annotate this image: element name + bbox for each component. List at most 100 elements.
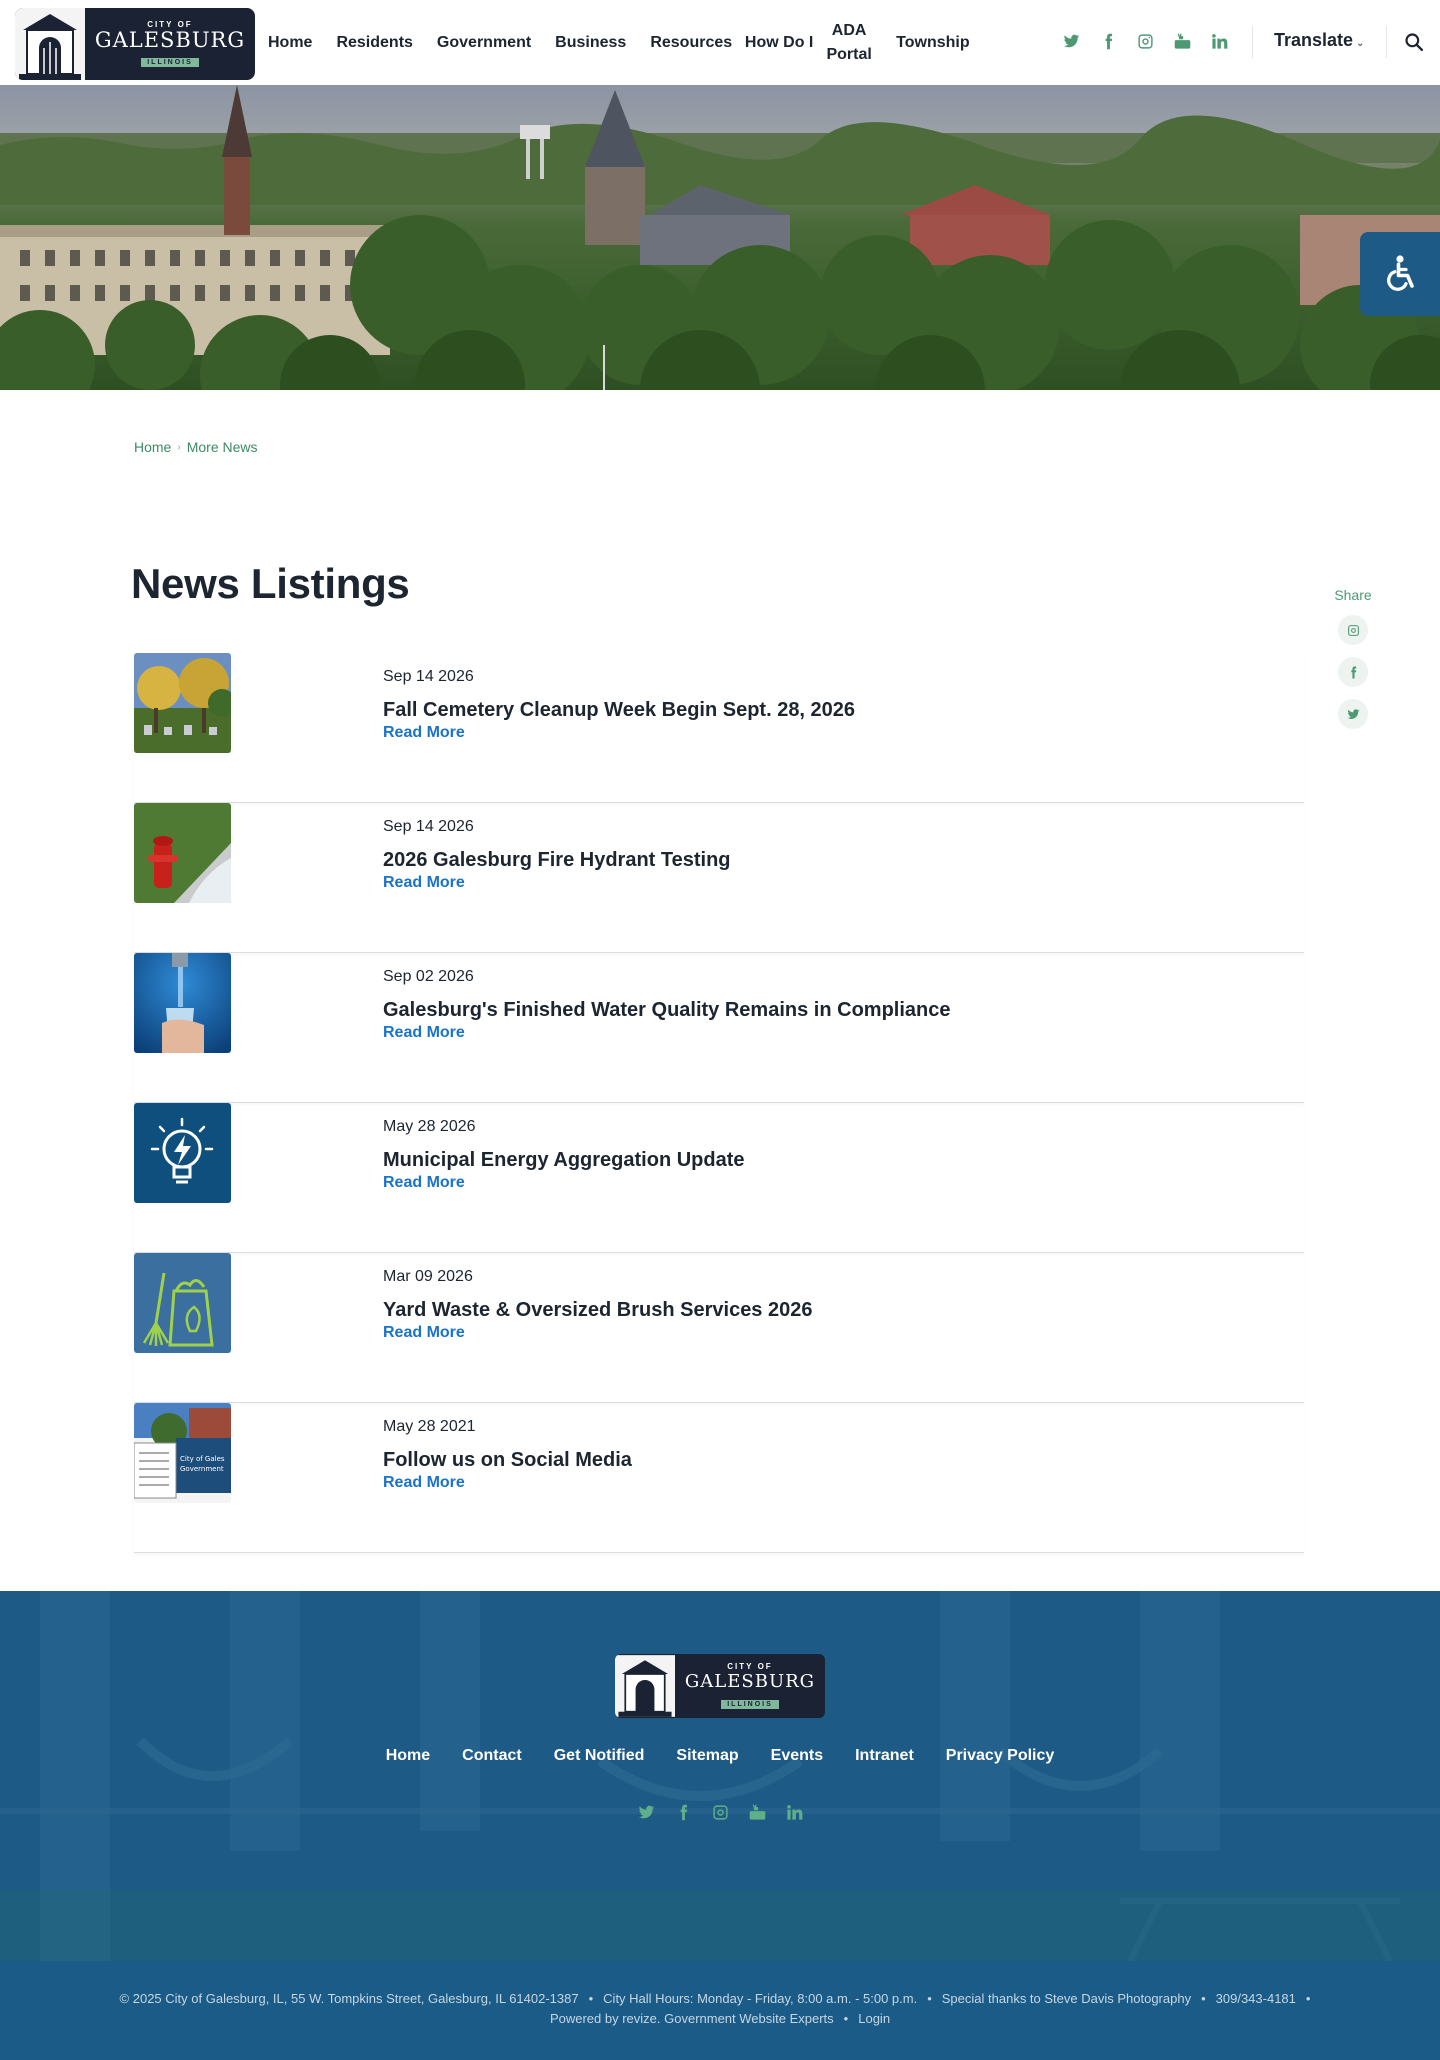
footer-nav-home[interactable]: Home: [386, 1747, 430, 1765]
nav-business[interactable]: Business: [543, 31, 638, 55]
news-thumbnail[interactable]: [134, 803, 231, 903]
facebook-icon[interactable]: [672, 1801, 694, 1823]
photo-credit: Special thanks to Steve Davis Photograph…: [941, 1991, 1192, 2006]
news-thumbnail[interactable]: City of Gales Government: [134, 1403, 231, 1503]
news-thumbnail[interactable]: [134, 953, 231, 1053]
hero-banner-image: [0, 85, 1440, 390]
linkedin-icon[interactable]: [783, 1801, 805, 1823]
twitter-icon: [1347, 708, 1359, 719]
footer-logo-city-name: GALESBURG: [684, 1670, 816, 1692]
read-more-link[interactable]: Read More: [383, 1474, 465, 1492]
news-item: Sep 14 2026 2026 Galesburg Fire Hydrant …: [134, 803, 1304, 953]
news-date: May 28 2021: [383, 1418, 476, 1435]
svg-text:Government: Government: [180, 1465, 224, 1473]
breadcrumb-home[interactable]: Home: [134, 439, 171, 455]
header-social-links: [1060, 30, 1230, 52]
share-label: Share: [1334, 587, 1372, 603]
news-title-link[interactable]: Yard Waste & Oversized Brush Services 20…: [383, 1299, 812, 1322]
footer-bottom-bar: © 2025 City of Galesburg, IL, 55 W. Tomp…: [0, 1961, 1440, 2060]
footer-nav-intranet[interactable]: Intranet: [855, 1747, 914, 1765]
nav-resources[interactable]: Resources: [638, 31, 744, 55]
accessibility-button[interactable]: [1360, 232, 1440, 316]
news-title-link[interactable]: Municipal Energy Aggregation Update: [383, 1149, 745, 1172]
news-date: May 28 2026: [383, 1118, 476, 1135]
news-thumbnail[interactable]: [134, 1253, 231, 1353]
footer-background-image: [0, 1591, 1440, 1961]
nav-ada-portal[interactable]: ADA Portal: [814, 19, 884, 67]
linkedin-icon[interactable]: [1208, 30, 1230, 52]
news-list: Sep 14 2026 Fall Cemetery Cleanup Week B…: [134, 653, 1304, 1553]
breadcrumb-current[interactable]: More News: [187, 439, 258, 455]
chevron-right-icon: ›: [177, 441, 181, 453]
share-twitter-button[interactable]: [1338, 699, 1368, 729]
nav-township[interactable]: Township: [884, 31, 981, 55]
share-instagram-button[interactable]: [1338, 615, 1368, 645]
footer-logo-state: ILLINOIS: [721, 1699, 779, 1709]
facebook-icon[interactable]: [1097, 30, 1119, 52]
chevron-down-icon: ⌄: [1356, 38, 1365, 49]
read-more-link[interactable]: Read More: [383, 1174, 465, 1192]
search-icon[interactable]: [1404, 32, 1426, 54]
twitter-icon[interactable]: [1060, 30, 1082, 52]
news-title-link[interactable]: Fall Cemetery Cleanup Week Begin Sept. 2…: [383, 699, 855, 722]
read-more-link[interactable]: Read More: [383, 874, 465, 892]
youtube-icon[interactable]: [746, 1801, 768, 1823]
news-item: Mar 09 2026 Yard Waste & Oversized Brush…: [134, 1253, 1304, 1403]
news-title-link[interactable]: 2026 Galesburg Fire Hydrant Testing: [383, 849, 731, 872]
news-thumbnail[interactable]: [134, 653, 231, 753]
instagram-icon[interactable]: [1134, 30, 1156, 52]
footer-nav-privacy-policy[interactable]: Privacy Policy: [946, 1747, 1055, 1765]
nav-government[interactable]: Government: [425, 31, 543, 55]
news-title-link[interactable]: Follow us on Social Media: [383, 1449, 632, 1472]
footer-nav: Home Contact Get Notified Sitemap Events…: [0, 1747, 1440, 1765]
nav-residents[interactable]: Residents: [324, 31, 424, 55]
news-date: Sep 02 2026: [383, 968, 474, 985]
logo-wordmark: CITY OF GALESBURG ILLINOIS: [85, 20, 255, 69]
nav-how-do-i[interactable]: How Do I: [744, 31, 814, 55]
footer-info-line: © 2025 City of Galesburg, IL, 55 W. Tomp…: [119, 1991, 1311, 2006]
instagram-icon[interactable]: [709, 1801, 731, 1823]
footer-logo[interactable]: CITY OF GALESBURG ILLINOIS: [615, 1654, 825, 1718]
site-footer: CITY OF GALESBURG ILLINOIS Home Contact …: [0, 1591, 1440, 1961]
translate-label: Translate: [1274, 30, 1354, 50]
logo-city-name: GALESBURG: [94, 27, 246, 52]
share-facebook-button[interactable]: [1338, 657, 1368, 687]
footer-nav-get-notified[interactable]: Get Notified: [554, 1747, 645, 1765]
header-divider: [1386, 26, 1387, 58]
footer-nav-sitemap[interactable]: Sitemap: [676, 1747, 738, 1765]
phone-number[interactable]: 309/343-4181: [1216, 1991, 1296, 2006]
facebook-icon: [1350, 666, 1356, 678]
header-divider: [1252, 26, 1253, 58]
instagram-icon: [1347, 624, 1359, 636]
twitter-icon[interactable]: [635, 1801, 657, 1823]
breadcrumb: Home › More News: [134, 439, 258, 455]
page-title: News Listings: [131, 560, 410, 607]
youtube-icon[interactable]: [1171, 30, 1193, 52]
powered-by-link[interactable]: Powered by revize. Government Website Ex…: [550, 2011, 834, 2026]
translate-dropdown[interactable]: Translate ⌄: [1274, 30, 1364, 51]
share-panel: Share: [1331, 587, 1375, 729]
news-item: City of Gales Government May 28 2021 Foll…: [134, 1403, 1304, 1553]
news-item: May 28 2026 Municipal Energy Aggregation…: [134, 1103, 1304, 1253]
news-title-link[interactable]: Galesburg's Finished Water Quality Remai…: [383, 999, 950, 1022]
read-more-link[interactable]: Read More: [383, 1024, 465, 1042]
news-item: Sep 14 2026 Fall Cemetery Cleanup Week B…: [134, 653, 1304, 803]
main-nav: Home Residents Government Business Resou…: [256, 0, 982, 85]
read-more-link[interactable]: Read More: [383, 1324, 465, 1342]
news-thumbnail[interactable]: [134, 1103, 231, 1203]
login-link[interactable]: Login: [858, 2011, 890, 2026]
site-logo[interactable]: CITY OF GALESBURG ILLINOIS: [15, 8, 255, 80]
nav-home[interactable]: Home: [256, 31, 324, 55]
footer-nav-contact[interactable]: Contact: [462, 1747, 522, 1765]
footer-social-links: [0, 1801, 1440, 1823]
news-date: Sep 14 2026: [383, 818, 474, 835]
city-hall-logo-icon: [615, 1655, 675, 1717]
footer-logo-city-of: CITY OF: [727, 1661, 773, 1671]
footer-powered-line: Powered by revize. Government Website Ex…: [549, 2011, 891, 2026]
read-more-link[interactable]: Read More: [383, 724, 465, 742]
logo-state: ILLINOIS: [141, 57, 199, 67]
city-hall-hours: City Hall Hours: Monday - Friday, 8:00 a…: [603, 1991, 918, 2006]
footer-nav-events[interactable]: Events: [771, 1747, 823, 1765]
news-date: Sep 14 2026: [383, 668, 474, 685]
news-item: Sep 02 2026 Galesburg's Finished Water Q…: [134, 953, 1304, 1103]
